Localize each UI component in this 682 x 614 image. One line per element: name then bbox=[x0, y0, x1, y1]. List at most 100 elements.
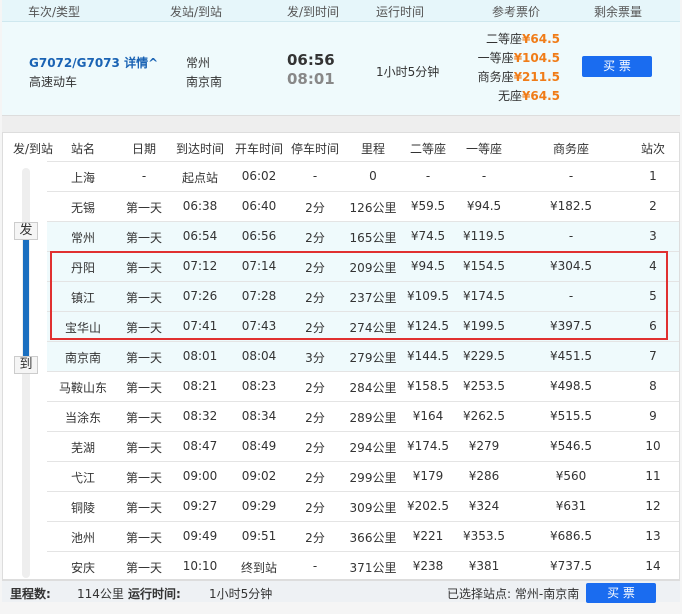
table-row[interactable]: 丹阳 第一天 07:12 07:14 2分 209公里 ¥94.5 ¥154.5 ¥304.5 4 bbox=[47, 251, 679, 281]
cell-站次: 7 bbox=[649, 349, 657, 363]
cell-开车时间: 06:40 bbox=[241, 199, 277, 213]
table-row[interactable]: 铜陵 第一天 09:27 09:29 2分 309公里 ¥202.5 ¥324 ¥631 12 bbox=[47, 491, 679, 521]
cell-停车时间: 2分 bbox=[305, 261, 325, 275]
cell-停车时间: 2分 bbox=[305, 231, 325, 245]
table-row[interactable]: 镇江 第一天 07:26 07:28 2分 237公里 ¥109.5 ¥174.5 - 5 bbox=[47, 281, 679, 311]
table-row[interactable]: 芜湖 第一天 08:47 08:49 2分 294公里 ¥174.5 ¥279 ¥546.5 10 bbox=[47, 431, 679, 461]
table-row[interactable]: 弋江 第一天 09:00 09:02 2分 299公里 ¥179 ¥286 ¥560 11 bbox=[47, 461, 679, 491]
duration: 1小时5分钟 bbox=[376, 65, 440, 79]
price-1st: 一等座¥104.5 bbox=[477, 51, 560, 65]
cell-二等座: ¥124.5 bbox=[407, 319, 449, 333]
cell-日期: 第一天 bbox=[125, 291, 163, 305]
table-row[interactable]: 马鞍山东 第一天 08:21 08:23 2分 284公里 ¥158.5 ¥253.5 ¥498… bbox=[47, 371, 679, 401]
cell-商务座: ¥515.5 bbox=[550, 409, 592, 423]
cell-停车时间: 2分 bbox=[305, 471, 325, 485]
cell-里程: 237公里 bbox=[349, 291, 397, 305]
cell-到达时间: 08:32 bbox=[182, 409, 218, 423]
cell-站名: 当涂东 bbox=[64, 411, 102, 425]
duration-value: 1小时5分钟 bbox=[209, 587, 273, 601]
cell-日期: 第一天 bbox=[125, 261, 163, 275]
cell-站次: 3 bbox=[649, 229, 657, 243]
cell-站次: 4 bbox=[649, 259, 657, 273]
cell-日期: 第一天 bbox=[125, 201, 163, 215]
cell-一等座: ¥262.5 bbox=[463, 409, 505, 423]
cell-里程: 299公里 bbox=[349, 471, 397, 485]
cell-二等座: ¥238 bbox=[412, 559, 444, 573]
buy-button[interactable]: 买 票 bbox=[582, 56, 652, 77]
cell-一等座: ¥286 bbox=[468, 469, 500, 483]
cell-一等座: ¥324 bbox=[468, 499, 500, 513]
cell-里程: 279公里 bbox=[349, 351, 397, 365]
cell-到达时间: 09:27 bbox=[182, 499, 218, 513]
table-row[interactable]: 宝华山 第一天 07:41 07:43 2分 274公里 ¥124.5 ¥199.5 ¥397.… bbox=[47, 311, 679, 341]
cell-二等座: - bbox=[425, 169, 431, 183]
cell-日期: 第一天 bbox=[125, 231, 163, 245]
footer-buy-button[interactable]: 买 票 bbox=[586, 583, 656, 603]
cell-开车时间: 09:51 bbox=[241, 529, 277, 543]
cell-站次: 11 bbox=[645, 469, 661, 483]
cell-开车时间: 06:56 bbox=[241, 229, 277, 243]
table-row[interactable]: 安庆 第一天 10:10 终到站 - 371公里 ¥238 ¥381 ¥737.5 14 bbox=[47, 551, 679, 581]
cell-二等座: ¥74.5 bbox=[410, 229, 446, 243]
table-row[interactable]: 常州 第一天 06:54 06:56 2分 165公里 ¥74.5 ¥119.5 - 3 bbox=[47, 221, 679, 251]
table-row[interactable]: 南京南 第一天 08:01 08:04 3分 279公里 ¥144.5 ¥229.5 ¥451.… bbox=[47, 341, 679, 371]
cell-到达时间: 06:54 bbox=[182, 229, 218, 243]
cell-站名: 无锡 bbox=[70, 201, 96, 215]
footer-bar: 里程数: 114公里 运行时间: 1小时5分钟 已选择站点: 常州-南京南 买 … bbox=[2, 580, 680, 603]
cell-站次: 5 bbox=[649, 289, 657, 303]
cell-开车时间: 08:04 bbox=[241, 349, 277, 363]
cell-一等座: ¥353.5 bbox=[463, 529, 505, 543]
cell-开车时间: 08:23 bbox=[241, 379, 277, 393]
cell-站名: 宝华山 bbox=[64, 321, 102, 335]
header-8: 一等座 bbox=[465, 142, 503, 156]
cell-商务座: ¥686.5 bbox=[550, 529, 592, 543]
col-duration: 运行时间 bbox=[376, 5, 425, 19]
cell-站次: 2 bbox=[649, 199, 657, 213]
cell-商务座: ¥546.5 bbox=[550, 439, 592, 453]
col-train: 车次/类型 bbox=[28, 5, 81, 19]
cell-停车时间: - bbox=[312, 559, 318, 573]
cell-里程: 371公里 bbox=[349, 561, 397, 575]
cell-停车时间: 2分 bbox=[305, 441, 325, 455]
train-number[interactable]: G7072/G7073 详情^ bbox=[29, 54, 158, 71]
header-6: 里程 bbox=[360, 142, 386, 156]
cell-一等座: - bbox=[481, 169, 487, 183]
depart-handle[interactable]: 发 bbox=[14, 222, 38, 240]
cell-里程: 309公里 bbox=[349, 501, 397, 515]
cell-到达时间: 08:01 bbox=[182, 349, 218, 363]
header-9: 商务座 bbox=[552, 142, 590, 156]
cell-二等座: ¥109.5 bbox=[407, 289, 449, 303]
price-business: 商务座¥211.5 bbox=[477, 70, 560, 84]
cell-日期: 第一天 bbox=[125, 531, 163, 545]
cell-二等座: ¥144.5 bbox=[407, 349, 449, 363]
cell-站名: 芜湖 bbox=[70, 441, 96, 455]
detail-link[interactable]: 详情 bbox=[124, 56, 148, 70]
cell-里程: 209公里 bbox=[349, 261, 397, 275]
cell-停车时间: 2分 bbox=[305, 381, 325, 395]
cell-商务座: ¥304.5 bbox=[550, 259, 592, 273]
cell-站次: 14 bbox=[645, 559, 661, 573]
cell-一等座: ¥253.5 bbox=[463, 379, 505, 393]
header-4: 开车时间 bbox=[234, 142, 284, 156]
cell-二等座: ¥164 bbox=[412, 409, 444, 423]
cell-停车时间: 2分 bbox=[305, 201, 325, 215]
cell-一等座: ¥279 bbox=[468, 439, 500, 453]
cell-日期: 第一天 bbox=[125, 561, 163, 575]
cell-到达时间: 10:10 bbox=[182, 559, 218, 573]
cell-商务座: ¥451.5 bbox=[550, 349, 592, 363]
table-row[interactable]: 当涂东 第一天 08:32 08:34 2分 289公里 ¥164 ¥262.5 ¥515.5 9 bbox=[47, 401, 679, 431]
table-row[interactable]: 池州 第一天 09:49 09:51 2分 366公里 ¥221 ¥353.5 ¥686.5 13 bbox=[47, 521, 679, 551]
cell-到达时间: 起点站 bbox=[181, 171, 219, 185]
cell-日期: 第一天 bbox=[125, 471, 163, 485]
cell-开车时间: 09:29 bbox=[241, 499, 277, 513]
cell-到达时间: 08:21 bbox=[182, 379, 218, 393]
table-header: 发/到站 站名 日期 到达时间 开车时间 停车时间 里程 二等座 一等座 商务座 站次 bbox=[3, 133, 679, 163]
col-price: 参考票价 bbox=[492, 5, 541, 19]
table-row[interactable]: 上海 - 起点站 06:02 - 0 - - - 1 bbox=[47, 161, 679, 191]
arrive-handle[interactable]: 到 bbox=[14, 356, 38, 374]
arrive-time: 08:01 bbox=[287, 70, 335, 88]
cell-开车时间: 06:02 bbox=[241, 169, 277, 183]
table-row[interactable]: 无锡 第一天 06:38 06:40 2分 126公里 ¥59.5 ¥94.5 ¥182.5 2 bbox=[47, 191, 679, 221]
cell-开车时间: 07:14 bbox=[241, 259, 277, 273]
divider bbox=[2, 115, 680, 132]
